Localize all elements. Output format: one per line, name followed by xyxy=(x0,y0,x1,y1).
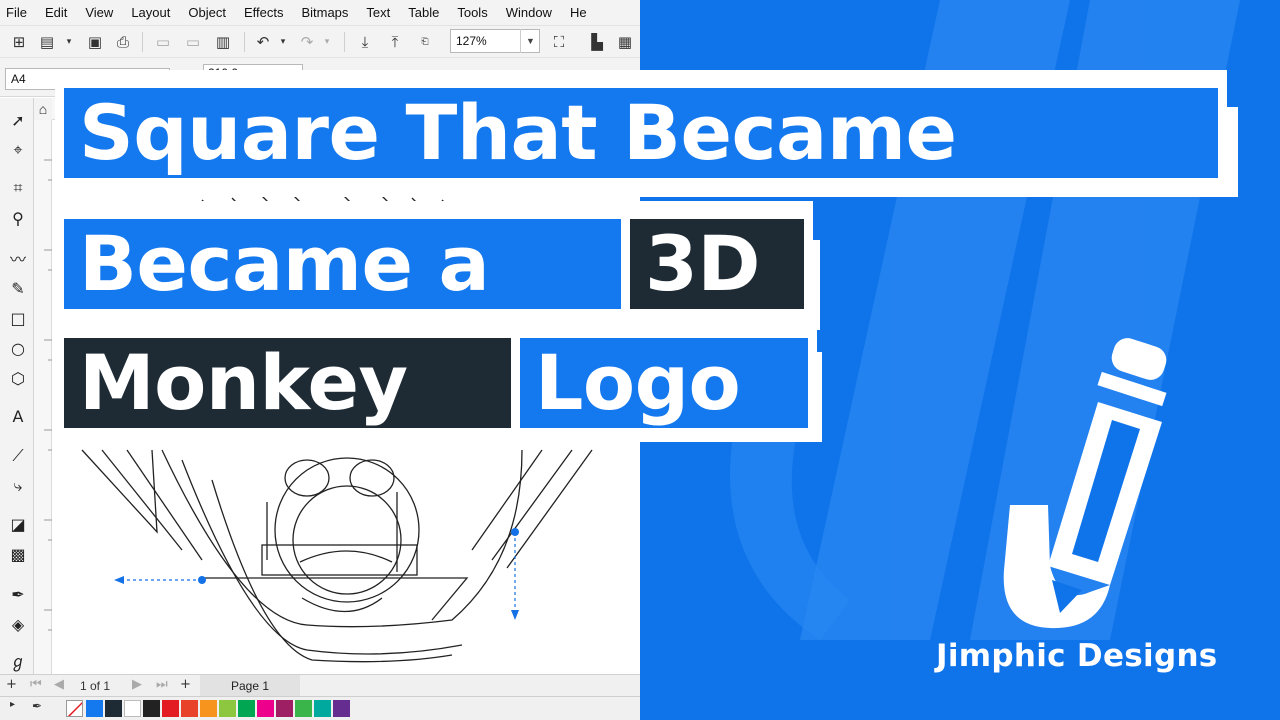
paper-size-select[interactable]: A4 xyxy=(5,68,170,90)
menu-tools[interactable]: Tools xyxy=(457,5,487,20)
toolbox: ➚ ⌖ ⌗ ⚲ 〰 ✎ □ ○ ⬡ A ⟋ ⤷ ◪ ▩ ✒ ◈ ℊ xyxy=(0,98,34,674)
redo-icon[interactable]: ↷ xyxy=(296,31,318,53)
menu-view[interactable]: View xyxy=(85,5,113,20)
color-swatch[interactable] xyxy=(219,700,236,717)
open-folder-icon[interactable]: ▤ xyxy=(36,31,58,53)
page-tab[interactable]: Page 1 xyxy=(200,675,300,697)
interactive-fill-icon[interactable]: ◈ xyxy=(6,612,30,636)
headline-line-2-part-2: 3D xyxy=(630,219,804,309)
next-page-icon[interactable]: ▶ xyxy=(132,677,142,692)
page-width-input[interactable]: 210.0 mm xyxy=(203,64,303,82)
headline-line-2-part-1: Became a xyxy=(64,219,630,309)
color-swatch[interactable] xyxy=(276,700,293,717)
add-page-before-icon[interactable]: + xyxy=(6,677,17,692)
color-swatch[interactable] xyxy=(105,700,122,717)
copy-icon[interactable]: ▭ xyxy=(182,31,204,53)
menu-object[interactable]: Object xyxy=(188,5,226,20)
menu-edit[interactable]: Edit xyxy=(45,5,67,20)
headline-line-3-part-2: Logo xyxy=(520,338,808,428)
menu-table[interactable]: Table xyxy=(408,5,439,20)
ellipse-tool-icon[interactable]: ○ xyxy=(6,336,30,360)
last-page-icon[interactable]: ⏭ xyxy=(156,677,168,692)
landscape-page-icon[interactable]: ▭ xyxy=(390,68,412,90)
text-tool-icon[interactable]: A xyxy=(6,404,30,428)
save-icon[interactable]: ▣ xyxy=(84,31,106,53)
previous-page-icon[interactable]: ◀ xyxy=(54,677,64,692)
artistic-media-icon[interactable]: ✎ xyxy=(6,276,30,300)
smart-fill-icon[interactable]: ℊ xyxy=(6,648,30,672)
rulers-icon[interactable]: ▙ xyxy=(586,31,608,53)
menu-layout[interactable]: Layout xyxy=(131,5,170,20)
color-swatch[interactable] xyxy=(238,700,255,717)
rectangle-tool-icon[interactable]: □ xyxy=(6,306,30,330)
standard-toolbar: ⊞ ▤ ▾ ▣ ⎙ ▭ ▭ ▥ ↶ ▾ ↷ ▾ ⤓ ⤒ ⎗ ⛶ ▙ ▦ xyxy=(0,25,640,57)
full-screen-icon[interactable]: ⛶ xyxy=(548,31,570,53)
menu-window[interactable]: Window xyxy=(506,5,552,20)
jimphic-pencil-j-logo-icon xyxy=(1003,338,1167,629)
new-document-icon[interactable]: ⊞ xyxy=(8,31,30,53)
polygon-tool-icon[interactable]: ⬡ xyxy=(6,366,30,390)
pick-tool-icon[interactable]: ➚ xyxy=(6,108,30,132)
cut-icon[interactable]: ▭ xyxy=(152,31,174,53)
color-swatch[interactable] xyxy=(314,700,331,717)
menu-help[interactable]: He xyxy=(570,5,587,20)
first-page-icon[interactable]: ⏮ xyxy=(30,677,42,692)
undo-dropdown-icon[interactable]: ▾ xyxy=(272,31,294,53)
grid-icon[interactable]: ▦ xyxy=(614,31,636,53)
zoom-dropdown-icon[interactable]: ▼ xyxy=(520,29,540,53)
headline-line-1: Square That Became xyxy=(64,88,1218,178)
open-dropdown-icon[interactable]: ▾ xyxy=(58,31,80,53)
portrait-icon[interactable]: ◰ xyxy=(320,68,342,90)
paper-size-dropdown-icon[interactable]: ▼ xyxy=(150,68,170,90)
export-icon[interactable]: ⤒ xyxy=(384,31,406,53)
undo-icon[interactable]: ↶ xyxy=(252,31,274,53)
add-page-after-icon[interactable]: + xyxy=(180,677,191,692)
color-swatch[interactable] xyxy=(257,700,274,717)
zoom-tool-icon[interactable]: ⚲ xyxy=(6,206,30,230)
menu-bitmaps[interactable]: Bitmaps xyxy=(301,5,348,20)
color-palette: ▸ ✒ xyxy=(0,696,640,720)
menu-effects[interactable]: Effects xyxy=(244,5,284,20)
no-color-swatch[interactable] xyxy=(66,700,83,717)
import-icon[interactable]: ⤓ xyxy=(354,31,376,53)
menu-bar: File Edit View Layout Object Effects Bit… xyxy=(0,0,640,25)
drop-shadow-icon[interactable]: ◪ xyxy=(6,512,30,536)
color-swatch[interactable] xyxy=(181,700,198,717)
connector-tool-icon[interactable]: ⤷ xyxy=(6,474,30,498)
brand-name: Jimphic Designs xyxy=(936,638,1218,674)
color-swatch[interactable] xyxy=(143,700,160,717)
color-swatch[interactable] xyxy=(333,700,350,717)
eyedropper-tool-icon[interactable]: ✒ xyxy=(6,582,30,606)
print-icon[interactable]: ⎙ xyxy=(112,31,134,53)
page-navigator: + ⏮ ◀ 1 of 1 ▶ ⏭ + Page 1 xyxy=(0,674,640,697)
transparency-tool-icon[interactable]: ▩ xyxy=(6,542,30,566)
parallel-dimension-icon[interactable]: ⟋ xyxy=(6,444,30,468)
page-count: 1 of 1 xyxy=(80,679,111,693)
color-swatch[interactable] xyxy=(124,700,141,717)
page-width-icon: ↔ xyxy=(186,68,196,82)
paste-icon[interactable]: ▥ xyxy=(212,31,234,53)
headline-line-3-part-1: Monkey xyxy=(64,338,520,428)
color-swatch[interactable] xyxy=(295,700,312,717)
home-icon[interactable]: ⌂ xyxy=(34,98,52,120)
redo-dropdown-icon[interactable]: ▾ xyxy=(316,31,338,53)
eyedropper-palette-icon[interactable]: ✒ xyxy=(32,699,42,713)
publish-pdf-icon[interactable]: ⎗ xyxy=(414,31,436,53)
vertical-ruler[interactable] xyxy=(34,120,52,674)
all-pages-icon[interactable]: ⧉ xyxy=(436,68,458,90)
menu-text[interactable]: Text xyxy=(366,5,390,20)
shape-tool-icon[interactable]: ⌖ xyxy=(6,138,30,162)
portrait-page-icon[interactable]: ▯ xyxy=(360,68,382,90)
color-swatch[interactable] xyxy=(86,700,103,717)
color-swatch[interactable] xyxy=(200,700,217,717)
menu-file[interactable]: File xyxy=(6,5,27,20)
freehand-tool-icon[interactable]: 〰 xyxy=(6,246,30,270)
crop-tool-icon[interactable]: ⌗ xyxy=(6,176,30,200)
color-swatch[interactable] xyxy=(162,700,179,717)
palette-scroll-icon[interactable]: ▸ xyxy=(10,699,15,710)
